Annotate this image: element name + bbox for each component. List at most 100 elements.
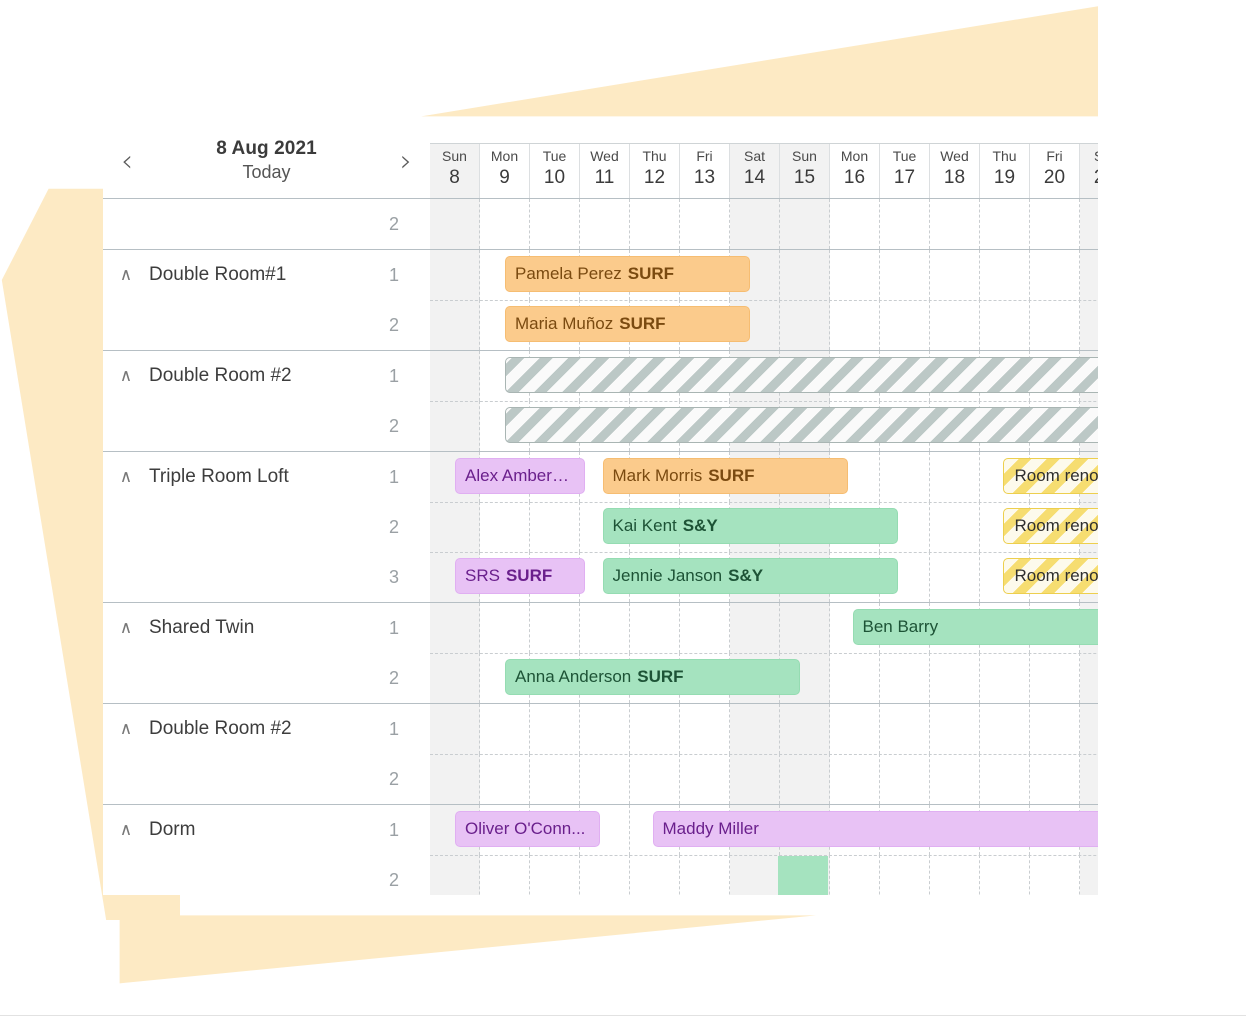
timeline-cell[interactable] <box>1030 250 1080 300</box>
day-column-header[interactable]: Fri 20 <box>1030 144 1080 199</box>
timeline-cell[interactable] <box>630 855 680 895</box>
timeline-cell[interactable] <box>680 603 730 653</box>
timeline-cell[interactable] <box>480 855 530 895</box>
timeline-cell[interactable] <box>880 300 930 350</box>
timeline-cell[interactable] <box>930 552 980 602</box>
timeline-cell[interactable] <box>830 653 880 703</box>
timeline-cell[interactable] <box>930 502 980 552</box>
day-column-header[interactable]: Tue 10 <box>530 144 580 199</box>
booking-bar[interactable]: Maria Muñoz SURF <box>505 306 750 342</box>
timeline-cell[interactable] <box>1030 704 1080 754</box>
timeline-cell[interactable] <box>580 855 630 895</box>
timeline-cell[interactable] <box>430 250 480 300</box>
timeline-cell[interactable] <box>880 653 930 703</box>
timeline-cell[interactable] <box>880 199 930 249</box>
timeline-cell[interactable] <box>880 754 930 804</box>
booking-bar[interactable]: Anna Anderson SURF <box>505 659 800 695</box>
timeline-cell[interactable] <box>480 199 530 249</box>
timeline-cell[interactable] <box>830 250 880 300</box>
timeline-cell[interactable] <box>580 754 630 804</box>
previous-period-button[interactable]: ‹ <box>113 146 141 177</box>
timeline-cell[interactable] <box>780 754 830 804</box>
timeline-cell[interactable] <box>880 704 930 754</box>
timeline-cell[interactable] <box>480 754 530 804</box>
timeline-cell[interactable] <box>580 603 630 653</box>
timeline-cell[interactable] <box>680 855 730 895</box>
timeline-cell[interactable] <box>430 653 480 703</box>
timeline-cell[interactable] <box>430 401 480 451</box>
booking-bar[interactable]: Kai Kent S&Y <box>602 508 898 544</box>
timeline-cell[interactable] <box>430 855 480 895</box>
timeline-cell[interactable] <box>1030 300 1080 350</box>
timeline-cell[interactable] <box>780 300 830 350</box>
day-column-header[interactable]: Mon 9 <box>480 144 530 199</box>
timeline-cell[interactable] <box>530 603 580 653</box>
booking-bar[interactable]: Alex Amberso... <box>455 458 585 494</box>
timeline-cell[interactable] <box>930 754 980 804</box>
timeline-cell[interactable] <box>730 603 780 653</box>
timeline-cell[interactable] <box>880 250 930 300</box>
timeline-cell[interactable] <box>430 351 480 401</box>
day-column-header[interactable]: Thu 12 <box>630 144 680 199</box>
collapse-group-chevron-icon[interactable]: ∧ <box>103 821 149 839</box>
timeline-cell[interactable] <box>780 199 830 249</box>
timeline-cell[interactable] <box>830 300 880 350</box>
timeline-cell[interactable] <box>830 754 880 804</box>
timeline-cell[interactable] <box>430 754 480 804</box>
timeline-cell[interactable] <box>680 199 730 249</box>
timeline-cell[interactable] <box>730 704 780 754</box>
blocked-period-bar[interactable] <box>505 357 1201 393</box>
timeline-cell[interactable] <box>430 300 480 350</box>
timeline-cell[interactable] <box>480 603 530 653</box>
timeline-cell[interactable] <box>430 502 480 552</box>
collapse-group-chevron-icon[interactable]: ∧ <box>103 266 149 284</box>
collapse-group-chevron-icon[interactable]: ∧ <box>103 468 149 486</box>
timeline-cell[interactable] <box>530 199 580 249</box>
timeline-cell[interactable] <box>830 855 880 895</box>
timeline-cell[interactable] <box>480 704 530 754</box>
timeline-cell[interactable] <box>1030 199 1080 249</box>
timeline-cell[interactable] <box>930 653 980 703</box>
day-column-header[interactable]: Tue 17 <box>880 144 930 199</box>
timeline-cell[interactable] <box>780 704 830 754</box>
day-column-header[interactable]: Mon 16 <box>830 144 880 199</box>
timeline-cell[interactable] <box>1030 754 1080 804</box>
timeline-cell[interactable] <box>480 502 530 552</box>
timeline-cell[interactable] <box>830 199 880 249</box>
timeline-cell[interactable] <box>930 199 980 249</box>
timeline-cell[interactable] <box>630 603 680 653</box>
booking-bar[interactable]: Pamela Perez SURF <box>505 256 750 292</box>
timeline-cell[interactable] <box>630 704 680 754</box>
timeline-cell[interactable] <box>730 754 780 804</box>
booking-bar[interactable]: SRS SURF <box>455 558 585 594</box>
timeline-cell[interactable] <box>1030 855 1080 895</box>
timeline-cell[interactable] <box>980 653 1030 703</box>
next-period-button[interactable]: › <box>392 146 420 177</box>
timeline-cell[interactable] <box>980 855 1030 895</box>
day-column-header[interactable]: Wed 11 <box>580 144 630 199</box>
timeline-cell[interactable] <box>530 754 580 804</box>
timeline-cell[interactable] <box>980 704 1030 754</box>
timeline-cell[interactable] <box>530 704 580 754</box>
timeline-cell[interactable] <box>630 199 680 249</box>
collapse-group-chevron-icon[interactable]: ∧ <box>103 367 149 385</box>
collapse-group-chevron-icon[interactable]: ∧ <box>103 720 149 738</box>
timeline-cell[interactable] <box>780 603 830 653</box>
blocked-period-bar[interactable] <box>505 407 1201 443</box>
day-column-header[interactable]: Sat 14 <box>730 144 780 199</box>
booking-bar[interactable]: Jennie Janson S&Y <box>602 558 898 594</box>
timeline-cell[interactable] <box>680 704 730 754</box>
day-column-header[interactable]: Fri 13 <box>680 144 730 199</box>
day-column-header[interactable]: Sun 8 <box>430 144 480 199</box>
day-column-header[interactable]: Sun 15 <box>780 144 830 199</box>
booking-bar[interactable]: Mark Morris SURF <box>602 458 848 494</box>
timeline-cell[interactable] <box>930 704 980 754</box>
today-button[interactable]: Today <box>141 162 392 184</box>
timeline-cell[interactable] <box>430 199 480 249</box>
timeline-cell[interactable] <box>780 250 830 300</box>
timeline-cell[interactable] <box>530 502 580 552</box>
timeline-cell[interactable] <box>530 855 580 895</box>
day-column-header[interactable]: Wed 18 <box>930 144 980 199</box>
timeline-cell[interactable] <box>930 250 980 300</box>
timeline-cell[interactable] <box>980 754 1030 804</box>
